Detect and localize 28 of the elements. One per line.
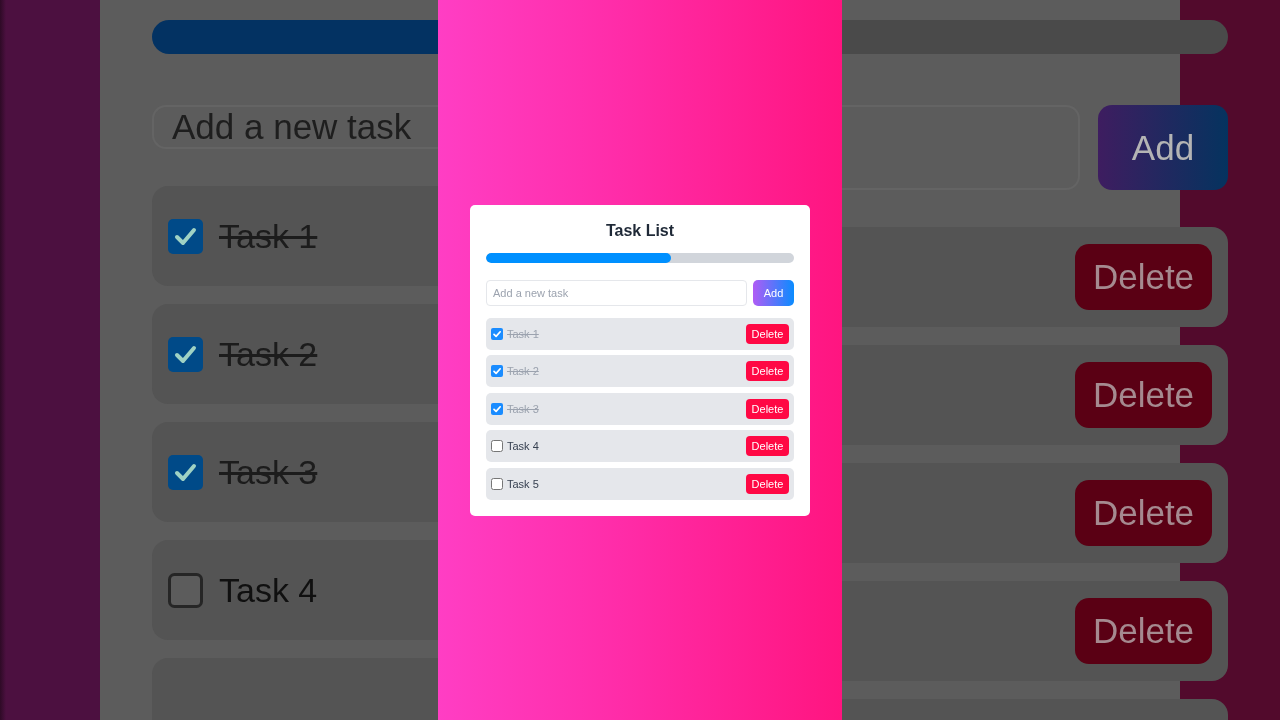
delete-button[interactable]: Delete [746,473,789,494]
task-checkbox[interactable] [491,402,503,415]
task-label: Task 2 [507,365,540,377]
task-label: Task 1 [507,327,540,340]
delete-button[interactable]: Delete [746,398,789,419]
blurred-add-label: Add [1098,105,1228,190]
blurred-task-label: Task 4 [219,570,318,610]
blurred-delete-label: Delete [1075,598,1212,664]
add-button[interactable]: Add [753,279,794,306]
delete-button[interactable]: Delete [746,361,789,381]
blurred-task-label: Task 1 [219,216,318,256]
task-label: Task 3 [507,402,540,415]
delete-button[interactable]: Delete [746,436,789,456]
blurred-task-label: Task 3 [219,452,318,492]
task-checkbox[interactable] [491,365,503,377]
task-label: Task 5 [507,477,540,490]
card-title: Task List [604,220,676,241]
blurred-delete-label: Delete [1075,480,1212,546]
blurred-delete-label: Delete [1075,244,1212,310]
blurred-task-label: Task 2 [219,334,318,374]
task-checkbox[interactable] [491,327,503,340]
blurred-delete-label: Delete [1075,362,1212,428]
task-checkbox[interactable] [491,440,503,452]
task-input[interactable]: Add a new task [486,279,747,306]
blurred-input-field: Add a new task [152,105,438,149]
delete-button[interactable]: Delete [746,323,789,344]
task-label: Task 4 [507,440,540,452]
task-checkbox[interactable] [491,477,503,490]
